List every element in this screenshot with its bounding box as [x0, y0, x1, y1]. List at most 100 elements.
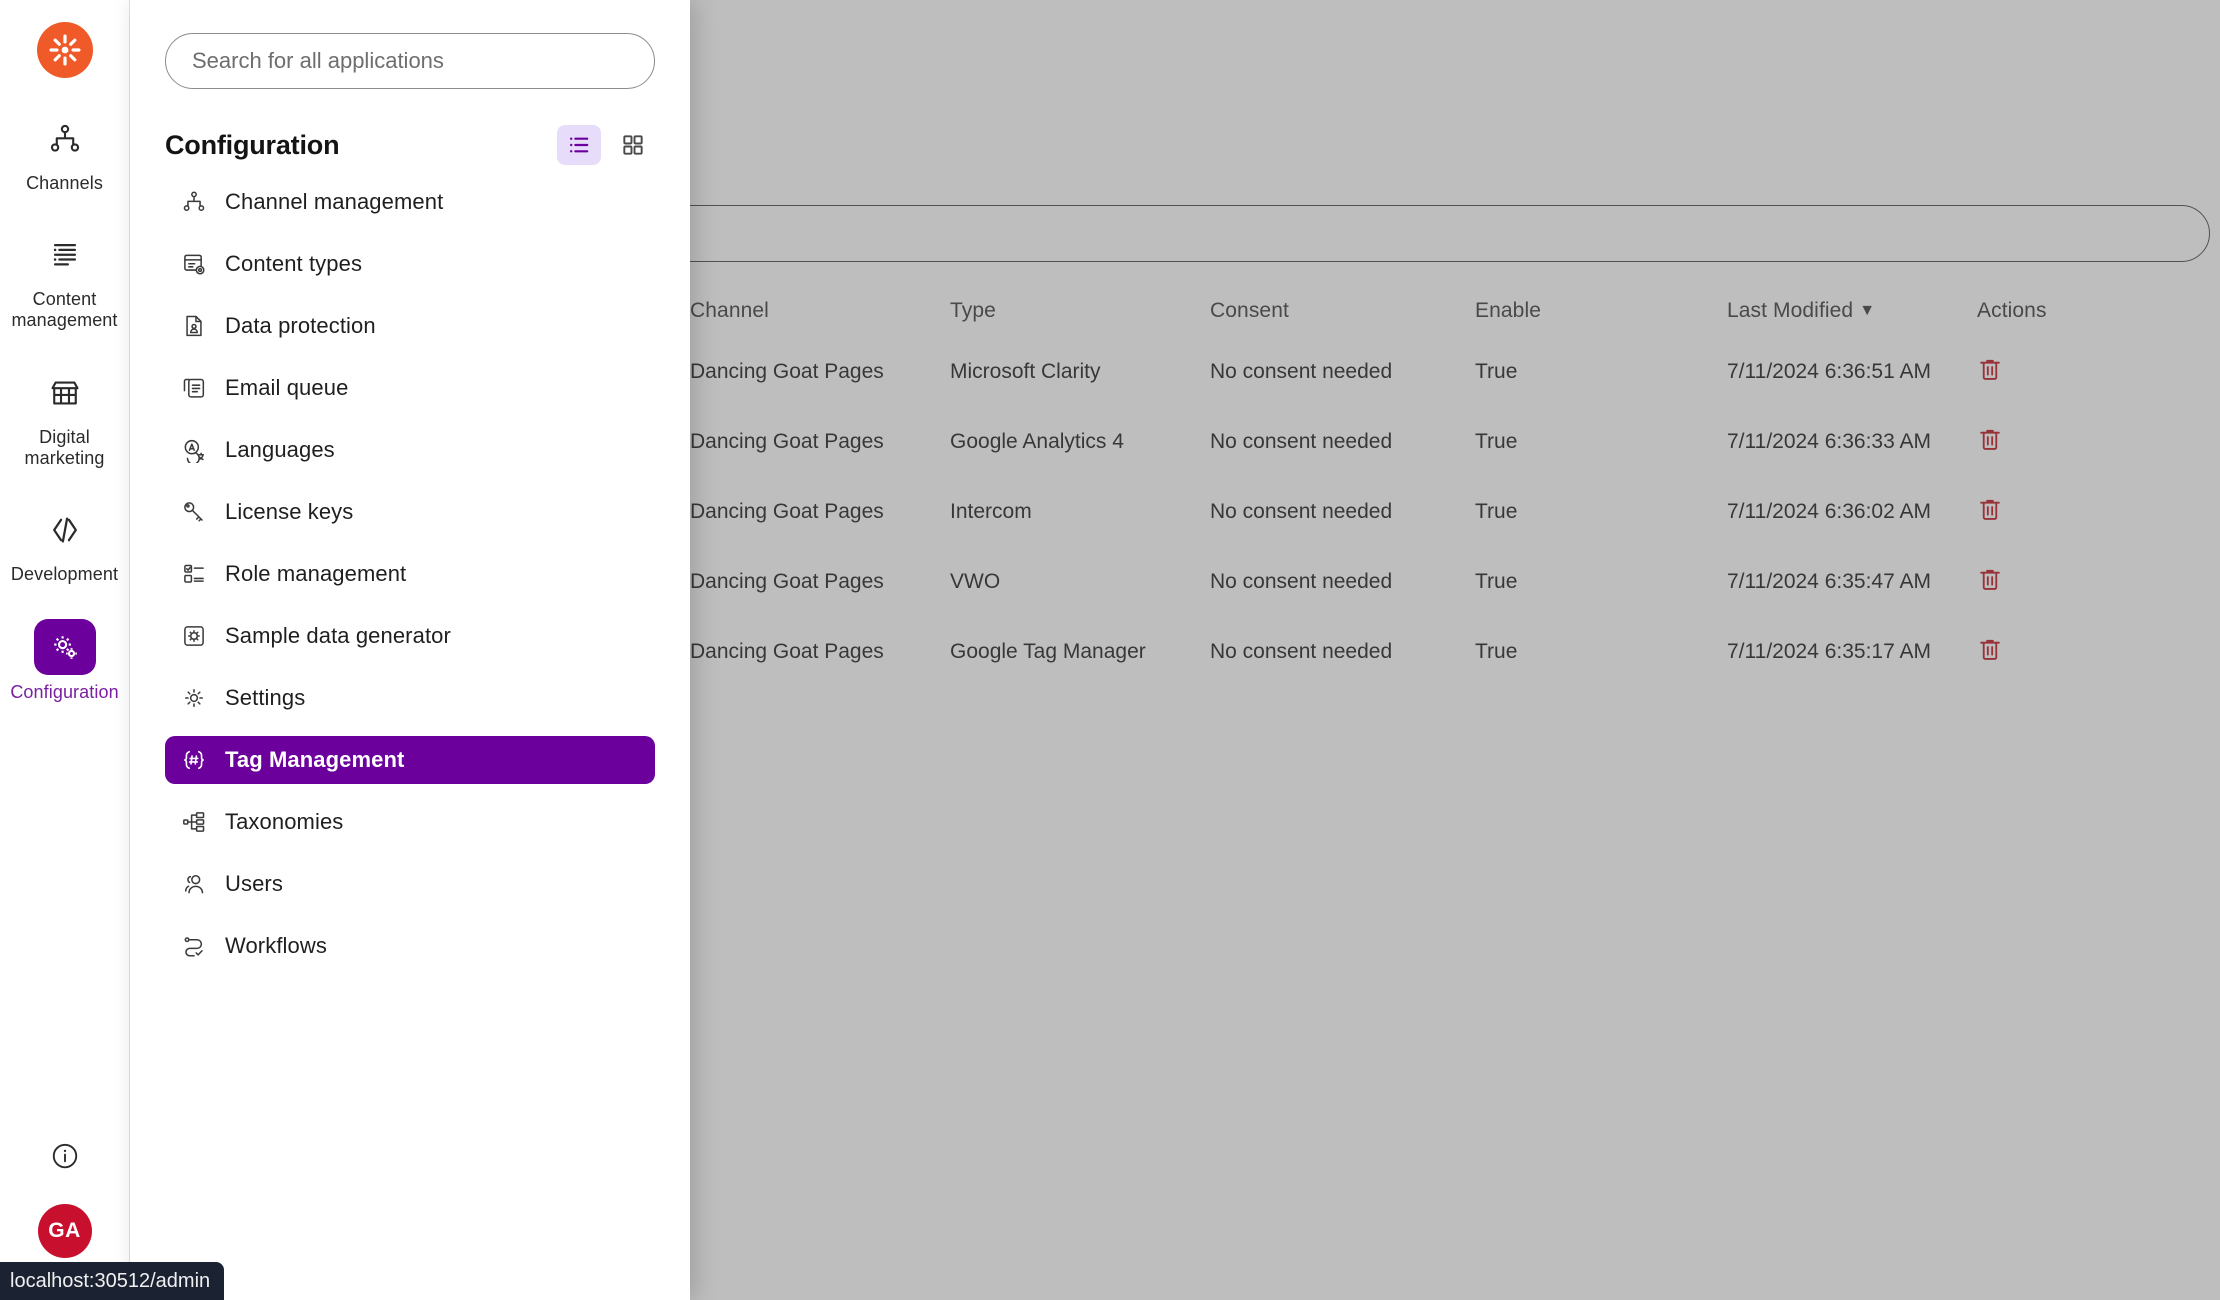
app-list-item-email-queue[interactable]: Email queue	[165, 364, 655, 412]
grid-view-icon[interactable]	[611, 125, 655, 165]
app-list-item-workflows[interactable]: Workflows	[165, 922, 655, 970]
app-list-item-taxonomies[interactable]: Taxonomies	[165, 798, 655, 846]
list-view-icon[interactable]	[557, 125, 601, 165]
app-list-item-license-keys[interactable]: License keys	[165, 488, 655, 536]
app-list-item-sample-data-generator[interactable]: Sample data generator	[165, 612, 655, 660]
user-avatar[interactable]: GA	[37, 1204, 92, 1258]
table-row[interactable]: Dancing Goat Pages VWO No consent needed Tr…	[690, 547, 2210, 617]
cell-channel: Dancing Goat Pages	[690, 360, 884, 383]
view-toggle-group	[557, 125, 655, 165]
cell-channel: Dancing Goat Pages	[690, 500, 884, 523]
column-header-type[interactable]: Type	[950, 299, 1210, 323]
app-list-item-data-protection[interactable]: Data protection	[165, 302, 655, 350]
cell-last-modified: 7/11/2024 6:36:51 AM	[1727, 360, 1931, 383]
tags-table: Channel Type Consent Enable Last Modifie…	[690, 285, 2210, 687]
cell-enable: True	[1475, 500, 1518, 523]
tag-hash-icon	[181, 747, 225, 773]
flyout-header: Configuration	[165, 125, 655, 165]
listing-search-input[interactable]	[585, 205, 2210, 262]
rail-label-line2: marketing	[24, 447, 105, 468]
app-list-item-languages[interactable]: Languages	[165, 426, 655, 474]
storefront-icon	[34, 366, 96, 420]
cell-enable: True	[1475, 430, 1518, 453]
table-header-row: Channel Type Consent Enable Last Modifie…	[690, 285, 2210, 337]
cell-enable: True	[1475, 640, 1518, 663]
cell-actions	[1977, 496, 2167, 528]
delete-trash-icon[interactable]	[1977, 636, 2003, 662]
cell-channel: Dancing Goat Pages	[690, 640, 884, 663]
status-bar-url: localhost:30512/admin	[0, 1262, 225, 1300]
rail-item-content-management[interactable]: Content management	[10, 228, 120, 331]
key-icon	[181, 499, 225, 525]
cell-actions	[1977, 636, 2167, 668]
app-list-item-label: Settings	[225, 685, 306, 710]
rail-item-development[interactable]: Development	[10, 503, 120, 585]
column-header-enable[interactable]: Enable	[1475, 299, 1727, 323]
cell-consent: No consent needed	[1210, 640, 1393, 663]
app-list-item-channel-management[interactable]: Channel management	[165, 178, 655, 226]
kentico-asterisk-logo[interactable]	[36, 22, 93, 78]
app-list-item-tag-management[interactable]: Tag Management	[165, 736, 655, 784]
rail-item-configuration[interactable]: Configuration	[10, 619, 120, 703]
sort-desc-caret-icon: ▼	[1859, 302, 1876, 319]
sample-data-icon	[181, 623, 225, 649]
column-header-consent[interactable]: Consent	[1210, 299, 1475, 323]
app-root: Channel Type Consent Enable Last Modifie…	[0, 0, 2220, 1300]
page-title: Configuration	[165, 129, 340, 160]
cell-enable: True	[1475, 360, 1518, 383]
table-row[interactable]: Dancing Goat Pages Microsoft Clarity No co…	[690, 337, 2210, 407]
code-brackets-icon	[34, 503, 96, 557]
cell-type: Intercom	[950, 500, 1032, 523]
rail-label-line2: management	[11, 310, 118, 331]
delete-trash-icon[interactable]	[1977, 566, 2003, 592]
channels-network-icon	[181, 189, 225, 215]
app-list-item-label: Taxonomies	[225, 809, 344, 834]
cell-enable: True	[1475, 570, 1518, 593]
rail-item-content-management-label: Content management	[11, 289, 117, 331]
email-queue-icon	[181, 375, 225, 401]
users-icon	[181, 871, 225, 897]
data-protection-icon	[181, 313, 225, 339]
app-list-item-label: License keys	[225, 499, 354, 524]
rail-item-development-label: Development	[10, 564, 119, 585]
application-list: Channel management Content types Data prot…	[165, 178, 655, 984]
delete-trash-icon[interactable]	[1977, 426, 2003, 452]
cell-last-modified: 7/11/2024 6:35:47 AM	[1727, 570, 1931, 593]
cell-consent: No consent needed	[1210, 500, 1393, 523]
content-list-icon	[34, 228, 96, 282]
column-header-last-modified[interactable]: Last Modified ▼	[1727, 299, 1977, 323]
table-row[interactable]: Dancing Goat Pages Google Analytics 4 No c…	[690, 407, 2210, 477]
app-list-item-content-types[interactable]: Content types	[165, 240, 655, 288]
rail-item-channels[interactable]: Channels	[10, 112, 120, 194]
cell-last-modified: 7/11/2024 6:36:33 AM	[1727, 430, 1931, 453]
applications-flyout-panel: Configuration	[130, 0, 690, 1300]
app-list-item-users[interactable]: Users	[165, 860, 655, 908]
cell-consent: No consent needed	[1210, 570, 1393, 593]
cell-type: Microsoft Clarity	[950, 360, 1101, 383]
table-row[interactable]: Dancing Goat Pages Google Tag Manager No c…	[690, 617, 2210, 687]
info-circle-icon[interactable]	[45, 1136, 85, 1176]
cell-consent: No consent needed	[1210, 360, 1393, 383]
column-header-actions: Actions	[1977, 299, 2047, 322]
app-list-item-settings[interactable]: Settings	[165, 674, 655, 722]
primary-nav-rail: Channels Content management Digital mark…	[0, 0, 130, 1300]
rail-item-digital-marketing[interactable]: Digital marketing	[10, 366, 120, 469]
cell-type: VWO	[950, 570, 1001, 593]
table-row[interactable]: Dancing Goat Pages Intercom No consent nee…	[690, 477, 2210, 547]
app-list-item-label: Sample data generator	[225, 623, 451, 648]
rail-item-digital-marketing-label: Digital marketing	[25, 427, 105, 469]
gears-icon	[33, 619, 96, 676]
delete-trash-icon[interactable]	[1977, 356, 2003, 382]
taxonomies-icon	[181, 809, 225, 835]
column-header-channel[interactable]: Channel	[690, 299, 950, 323]
app-list-item-label: Tag Management	[225, 747, 405, 772]
workflows-icon	[181, 933, 225, 959]
search-applications-input[interactable]	[165, 33, 655, 89]
delete-trash-icon[interactable]	[1977, 496, 2003, 522]
cell-type: Google Tag Manager	[950, 640, 1146, 663]
app-list-item-label: Languages	[225, 437, 335, 462]
cell-channel: Dancing Goat Pages	[690, 570, 884, 593]
app-list-item-role-management[interactable]: Role management	[165, 550, 655, 598]
table-body: Dancing Goat Pages Microsoft Clarity No co…	[690, 337, 2210, 687]
languages-icon	[181, 437, 225, 463]
